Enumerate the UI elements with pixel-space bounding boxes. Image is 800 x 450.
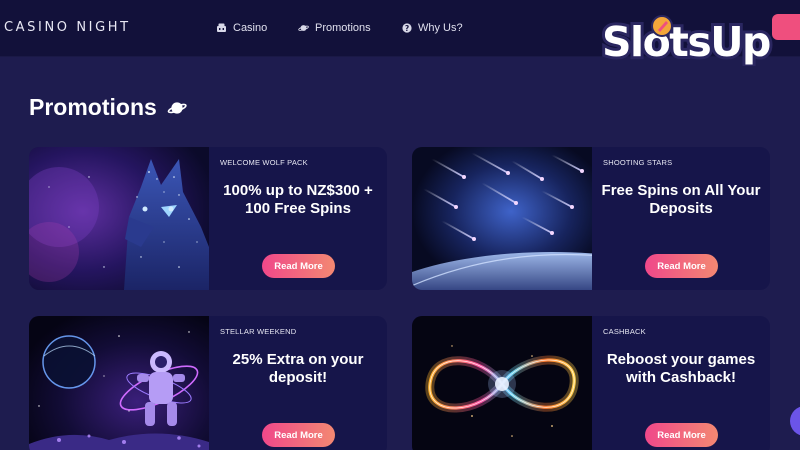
slotsup-logo-icon: SlotsUp xyxy=(599,15,775,69)
promo-headline: 100% up to NZ$300 + 100 Free Spins xyxy=(223,182,373,217)
nav-label-why-us: Why Us? xyxy=(418,22,463,34)
nav-label-casino: Casino xyxy=(233,22,268,34)
promo-image-infinity xyxy=(412,316,592,450)
read-more-button[interactable]: Read More xyxy=(645,254,718,278)
promo-card-body: STELLAR WEEKEND 25% Extra on your deposi… xyxy=(209,316,387,450)
promo-card-shooting-stars[interactable]: SHOOTING STARS Free Spins on All Your De… xyxy=(412,147,770,290)
nav-label-promotions: Promotions xyxy=(315,22,371,34)
infinity-illustration xyxy=(412,316,592,450)
svg-text:?: ? xyxy=(405,24,409,33)
promo-card-cashback[interactable]: CASHBACK Reboost your games with Cashbac… xyxy=(412,316,770,450)
promo-tag: SHOOTING STARS xyxy=(603,158,673,167)
promo-image-meteors xyxy=(412,147,592,290)
promo-image-astronaut xyxy=(29,316,209,450)
nav-item-why-us[interactable]: ? Why Us? xyxy=(402,20,463,36)
promo-card-stellar-weekend[interactable]: STELLAR WEEKEND 25% Extra on your deposi… xyxy=(29,316,387,450)
casino-icon xyxy=(217,23,226,32)
astronaut-illustration xyxy=(29,316,209,450)
promo-headline: 25% Extra on your deposit! xyxy=(232,351,364,386)
live-chat-button[interactable] xyxy=(790,406,800,436)
promo-tag: WELCOME WOLF PACK xyxy=(220,158,308,167)
planet-icon xyxy=(167,101,187,114)
promo-card-welcome-wolf-pack[interactable]: WELCOME WOLF PACK 100% up to NZ$300 + 10… xyxy=(29,147,387,290)
promo-card-body: WELCOME WOLF PACK 100% up to NZ$300 + 10… xyxy=(209,147,387,290)
promo-card-body: CASHBACK Reboost your games with Cashbac… xyxy=(592,316,770,450)
promo-tag: CASHBACK xyxy=(603,327,646,336)
question-icon: ? xyxy=(402,23,412,33)
wolf-illustration xyxy=(29,147,209,290)
promo-card-body: SHOOTING STARS Free Spins on All Your De… xyxy=(592,147,770,290)
read-more-button[interactable]: Read More xyxy=(262,423,335,447)
read-more-button[interactable]: Read More xyxy=(262,254,335,278)
promo-tag: STELLAR WEEKEND xyxy=(220,327,297,336)
promo-headline: Free Spins on All Your Deposits xyxy=(601,182,761,217)
promo-headline: Reboost your games with Cashback! xyxy=(606,351,756,386)
meteor-illustration xyxy=(412,147,592,290)
nav-item-promotions[interactable]: Promotions xyxy=(298,20,371,36)
promo-image-wolf xyxy=(29,147,209,290)
casino-night-logo[interactable]: CASINO NIGHT xyxy=(4,20,131,35)
planet-icon xyxy=(298,25,309,31)
page-title: Promotions xyxy=(29,94,187,121)
page-title-text: Promotions xyxy=(29,94,157,120)
slotsup-watermark: SlotsUp xyxy=(599,12,788,69)
nav-item-casino[interactable]: Casino xyxy=(216,20,267,36)
read-more-button[interactable]: Read More xyxy=(645,423,718,447)
svg-text:SlotsUp: SlotsUp xyxy=(602,18,770,66)
